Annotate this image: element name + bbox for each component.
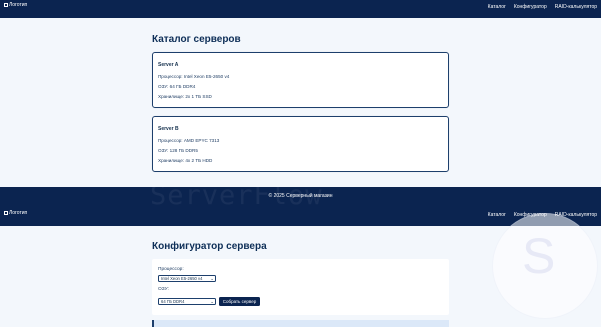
logo-text: Логотип	[9, 2, 28, 8]
configurator-title: Конфигуратор сервера	[152, 241, 267, 252]
footer-copyright: © 2025 Серверный магазин	[268, 193, 333, 199]
configurator-panel: Процессор: Intel Xeon E5-2650 v4 ⌄ ОЗУ: …	[152, 259, 449, 315]
logo[interactable]: Логотип	[4, 210, 27, 216]
nav-raid-calculator[interactable]: RAID-калькулятор	[555, 4, 597, 10]
server-card-a[interactable]: Server A Процессор: Intel Xeon E5-2650 v…	[152, 52, 449, 108]
nav-catalog[interactable]: Каталог	[488, 4, 506, 10]
server-card-title: Server B	[158, 126, 179, 132]
server-card-title: Server A	[158, 62, 179, 68]
nav-catalog[interactable]: Каталог	[488, 212, 506, 218]
server-card-cpu: Процессор: AMD EPYC 7313	[158, 138, 220, 143]
nav-configurator[interactable]: Конфигуратор	[514, 4, 547, 10]
top-navbar: Логотип Каталог Конфигуратор RAID-кальку…	[0, 0, 601, 18]
background-circle: S	[492, 213, 598, 319]
ram-select[interactable]: 64 ГБ DDR4 ⌄	[158, 298, 216, 305]
server-card-cpu: Процессор: Intel Xeon E5-2650 v4	[158, 74, 230, 79]
page: Логотип Каталог Конфигуратор RAID-кальку…	[0, 0, 601, 327]
server-card-b[interactable]: Server B Процессор: AMD EPYC 7313 ОЗУ: 1…	[152, 116, 449, 172]
image-icon	[4, 3, 8, 7]
server-card-ram: ОЗУ: 64 ГБ DDR4	[158, 84, 196, 89]
cpu-select[interactable]: Intel Xeon E5-2650 v4 ⌄	[158, 275, 216, 282]
background-letter: S	[522, 228, 556, 284]
server-card-ram: ОЗУ: 128 ГБ DDR5	[158, 148, 198, 153]
second-navbar: Логотип Каталог Конфигуратор RAID-кальку…	[0, 208, 601, 226]
chevron-down-icon: ⌄	[210, 276, 214, 281]
logo[interactable]: Логотип	[4, 2, 27, 8]
image-icon	[4, 211, 8, 215]
server-card-storage: Хранилище: 2x 1 ТБ SSD	[158, 94, 212, 99]
top-nav-links: Каталог Конфигуратор RAID-калькулятор	[488, 4, 597, 10]
build-server-button[interactable]: Собрать сервер	[219, 297, 260, 306]
logo-text: Логотип	[9, 210, 28, 216]
cpu-label: Процессор:	[158, 267, 184, 272]
result-panel	[152, 320, 449, 327]
cpu-select-value: Intel Xeon E5-2650 v4	[161, 276, 203, 281]
ram-select-value: 64 ГБ DDR4	[161, 299, 185, 304]
chevron-down-icon: ⌄	[210, 299, 214, 304]
server-card-storage: Хранилище: 4x 2 ТБ HDD	[158, 158, 213, 163]
ram-label: ОЗУ:	[158, 287, 169, 292]
catalog-title: Каталог серверов	[152, 34, 241, 45]
